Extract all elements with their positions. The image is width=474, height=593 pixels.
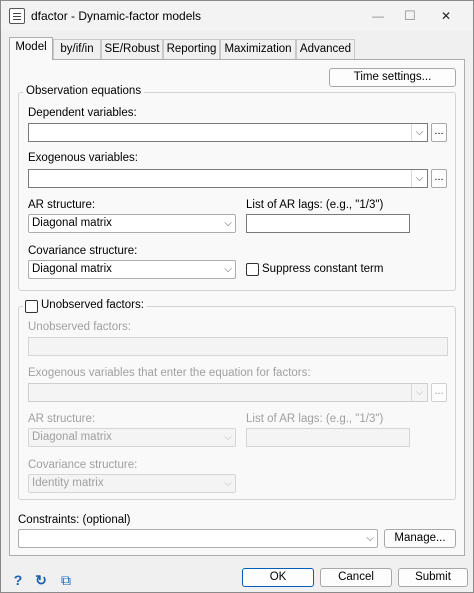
- unobserved-factors-input[interactable]: [28, 337, 448, 356]
- minimize-button[interactable]: —: [363, 5, 393, 27]
- ar-lags-input[interactable]: [246, 214, 410, 233]
- chevron-down-icon[interactable]: ⌵: [411, 384, 427, 401]
- constraints-select[interactable]: ⌵: [18, 529, 378, 548]
- submit-button[interactable]: Submit: [398, 568, 468, 587]
- dialog-window: dfactor - Dynamic-factor models — ☐ ✕ Mo…: [0, 0, 474, 593]
- chevron-down-icon: ⌵: [366, 533, 374, 544]
- exogenous-variables-combo[interactable]: ⌵: [28, 169, 428, 188]
- dependent-variables-combo[interactable]: ⌵: [28, 123, 428, 142]
- reset-icon[interactable]: ↻: [32, 571, 50, 589]
- tab-advanced[interactable]: Advanced: [296, 39, 355, 59]
- time-settings-button[interactable]: Time settings...: [329, 68, 456, 87]
- ar-lags-label: List of AR lags: (e.g., "1/3"): [246, 199, 384, 211]
- covariance-structure-value: Diagonal matrix: [32, 263, 112, 275]
- tab-reporting[interactable]: Reporting: [163, 39, 220, 59]
- factor-covariance-label: Covariance structure:: [28, 459, 138, 471]
- unobserved-factors-legend: Unobserved factors:: [23, 299, 147, 311]
- ar-structure-value: Diagonal matrix: [32, 217, 112, 229]
- exogenous-variables-label: Exogenous variables:: [28, 152, 138, 164]
- chevron-down-icon[interactable]: ⌵: [411, 124, 427, 141]
- tab-se-robust[interactable]: SE/Robust: [101, 39, 163, 59]
- covariance-structure-label: Covariance structure:: [28, 245, 138, 257]
- tab-maximization[interactable]: Maximization: [220, 39, 296, 59]
- chevron-down-icon: ⌵: [224, 432, 232, 443]
- observation-equations-legend: Observation equations: [23, 85, 145, 97]
- factor-exogenous-combo[interactable]: ⌵: [28, 383, 428, 402]
- factor-ar-structure-value: Diagonal matrix: [32, 431, 112, 443]
- factor-exogenous-browse-button[interactable]: ...: [431, 383, 447, 402]
- manage-constraints-button[interactable]: Manage...: [384, 529, 456, 548]
- covariance-structure-select[interactable]: Diagonal matrix ⌵: [28, 260, 236, 279]
- factor-ar-structure-select[interactable]: Diagonal matrix ⌵: [28, 428, 236, 447]
- title-bar: dfactor - Dynamic-factor models — ☐ ✕: [1, 1, 473, 31]
- window-title: dfactor - Dynamic-factor models: [31, 9, 202, 23]
- observation-equations-group: Observation equations Dependent variable…: [18, 85, 456, 291]
- factor-ar-lags-label: List of AR lags: (e.g., "1/3"): [246, 413, 384, 425]
- dependent-variables-browse-button[interactable]: ...: [431, 123, 447, 142]
- chevron-down-icon[interactable]: ⌵: [411, 170, 427, 187]
- help-icon[interactable]: ?: [9, 571, 27, 589]
- factor-ar-lags-input[interactable]: [246, 428, 410, 447]
- tab-model[interactable]: Model: [9, 37, 53, 60]
- copy-icon[interactable]: ⧉: [57, 571, 75, 589]
- factor-covariance-select[interactable]: Identity matrix ⌵: [28, 474, 236, 493]
- tab-by-if-in[interactable]: by/if/in: [53, 39, 101, 59]
- ok-button[interactable]: OK: [242, 568, 314, 587]
- factor-ar-structure-label: AR structure:: [28, 413, 96, 425]
- ar-structure-select[interactable]: Diagonal matrix ⌵: [28, 214, 236, 233]
- close-button[interactable]: ✕: [431, 5, 461, 27]
- dependent-variables-label: Dependent variables:: [28, 107, 137, 119]
- ar-structure-label: AR structure:: [28, 199, 96, 211]
- chevron-down-icon: ⌵: [224, 218, 232, 229]
- chevron-down-icon: ⌵: [224, 264, 232, 275]
- suppress-constant-checkbox[interactable]: [246, 263, 259, 276]
- model-tab-panel: Time settings... Observation equations D…: [9, 59, 465, 556]
- suppress-constant-label: Suppress constant term: [262, 263, 384, 275]
- constraints-label: Constraints: (optional): [18, 514, 131, 526]
- chevron-down-icon: ⌵: [224, 478, 232, 489]
- factor-exogenous-label: Exogenous variables that enter the equat…: [28, 367, 311, 379]
- app-icon: [9, 8, 25, 24]
- factor-covariance-value: Identity matrix: [32, 477, 104, 489]
- cancel-button[interactable]: Cancel: [320, 568, 392, 587]
- maximize-button[interactable]: ☐: [395, 5, 425, 27]
- exogenous-variables-browse-button[interactable]: ...: [431, 169, 447, 188]
- unobserved-factors-group: Unobserved factors: Unobserved factors: …: [18, 299, 456, 500]
- unobserved-factors-checkbox[interactable]: [25, 300, 38, 313]
- unobserved-factors-field-label: Unobserved factors:: [28, 321, 131, 333]
